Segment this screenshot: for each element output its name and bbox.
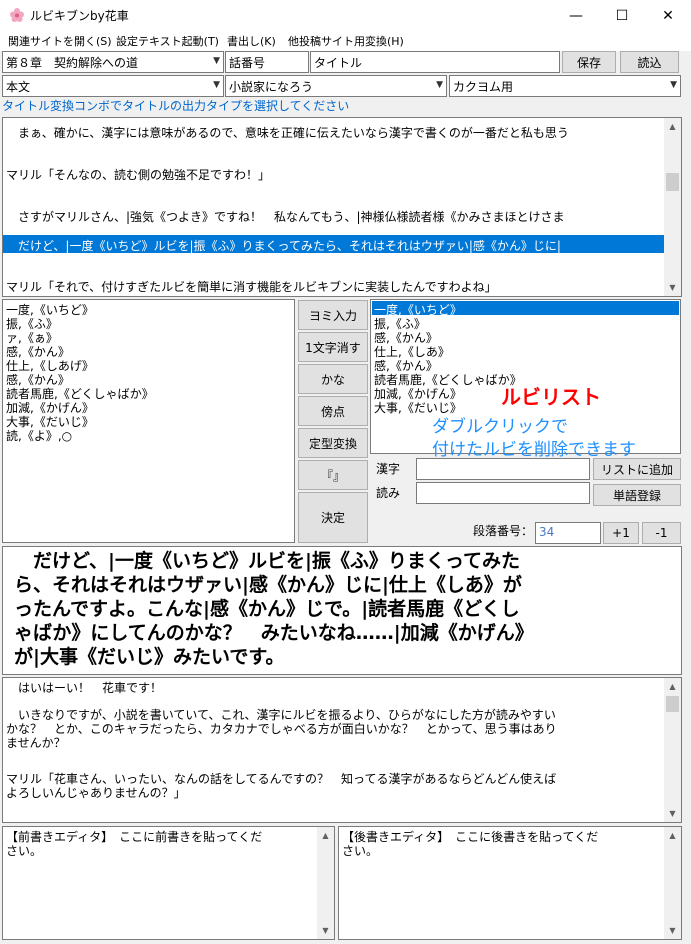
yomi-input[interactable] [416, 482, 590, 504]
add-to-list-button[interactable]: リストに追加 [593, 458, 681, 480]
teikei-convert-button[interactable]: 定型変換 [298, 428, 368, 458]
scrollbar-thumb[interactable] [666, 173, 679, 191]
menu-export[interactable]: 書出し(K) [227, 33, 276, 49]
maegaki-scrollbar[interactable]: ▲ ▼ [317, 827, 334, 939]
scroll-up-icon[interactable]: ▲ [664, 118, 681, 135]
kanji-input[interactable] [416, 458, 590, 480]
save-button[interactable]: 保存 [562, 51, 616, 73]
target-value: カクヨム用 [453, 80, 514, 94]
site-combo[interactable]: 小説家になろう ▼ [225, 75, 447, 97]
register-word-button[interactable]: 単語登録 [593, 484, 681, 506]
paragraph-minus-button[interactable]: -1 [642, 522, 681, 544]
paragraph-label: 段落番号： [473, 524, 534, 538]
load-button[interactable]: 読込 [620, 51, 679, 73]
scroll-down-icon[interactable]: ▼ [317, 922, 334, 939]
maegaki-line: さい。 [6, 844, 43, 858]
menu-settings-text[interactable]: 設定テキスト起動(T) [116, 33, 219, 49]
flower-app-icon [10, 8, 24, 22]
close-icon[interactable]: ✕ [645, 0, 691, 31]
editor-line: さすがマリルさん、|強気《つよき》ですね！ 私なんてもう、|神様仏様読者様《かみ… [6, 210, 565, 224]
episode-number-field[interactable]: 話番号 [225, 51, 309, 73]
atogaki-scrollbar[interactable]: ▲ ▼ [664, 827, 681, 939]
editor-line: まぁ、確かに、漢字には意味があるので、意味を正確に伝えたいなら漢字で書くのが一番… [6, 126, 569, 140]
annotation-line2: 付けたルビを削除できます [432, 440, 636, 460]
hint-text: タイトル変換コンボでタイトルの出力タイプを選択してください [2, 99, 350, 113]
ruby-candidate-list[interactable]: 一度,《いちど》 振,《ふ》 ァ,《ぁ》 感,《かん》 仕上,《しあげ》 感,《… [2, 299, 295, 543]
preview-line: ゃばか》にしてんのかな？ みたいなね……|加減《かげん》 [14, 622, 534, 644]
window-title: ルビキブンby花車 [30, 9, 129, 23]
site-value: 小説家になろう [229, 80, 314, 94]
chapter-value: 第８章 契約解除への道 [6, 56, 139, 70]
list-item[interactable]: 読,《よ》,○ [6, 427, 72, 444]
preview-box: だけど、|一度《いちど》ルビを|振《ふ》りまくってみた ら、それはそれはウザァい… [2, 546, 682, 675]
delete-one-char-button[interactable]: 1文字消す [298, 332, 368, 362]
scroll-down-icon[interactable]: ▼ [664, 279, 681, 296]
scrollbar-thumb[interactable] [666, 696, 679, 712]
editor-line: ませんか？ [6, 736, 66, 750]
editor-line: マリル「それで、付けすぎたルビを簡単に消す機能をルビキブンに実装したんですわよね… [6, 280, 497, 294]
text-type-combo[interactable]: 本文 ▼ [2, 75, 224, 97]
menu-other-site-convert[interactable]: 他投稿サイト用変換(H) [288, 33, 404, 49]
annotation-line1: ダブルクリックで [432, 417, 568, 437]
chevron-down-icon: ▼ [213, 80, 220, 90]
text-type-value: 本文 [6, 80, 31, 94]
scroll-up-icon[interactable]: ▲ [317, 827, 334, 844]
scroll-down-icon[interactable]: ▼ [664, 922, 681, 939]
kana-button[interactable]: かな [298, 364, 368, 394]
paragraph-plus-button[interactable]: +1 [603, 522, 639, 544]
atogaki-line: さい。 [342, 844, 379, 858]
main-editor[interactable]: まぁ、確かに、漢字には意味があるので、意味を正確に伝えたいなら漢字で書くのが一番… [2, 117, 682, 297]
chevron-down-icon: ▼ [213, 56, 220, 66]
list-item-selected[interactable]: 一度,《いちど》 [372, 301, 679, 317]
menu-related-sites[interactable]: 関連サイトを開く(S) [8, 33, 112, 49]
editor-line: はいはーい！ 花車です！ [6, 681, 163, 695]
scroll-up-icon[interactable]: ▲ [664, 827, 681, 844]
title-input[interactable]: タイトル [310, 51, 560, 73]
lower-editor[interactable]: はいはーい！ 花車です！ いきなりですが、小説を書いていて、これ、漢字にルビを振… [2, 677, 682, 823]
preview-line: だけど、|一度《いちど》ルビを|振《ふ》りまくってみた [14, 550, 520, 572]
preview-line: が|大事《だいじ》みたいです。 [14, 646, 285, 668]
lower-editor-scrollbar[interactable]: ▲ ▼ [664, 678, 681, 822]
chapter-combo[interactable]: 第８章 契約解除への道 ▼ [2, 51, 224, 73]
scroll-up-icon[interactable]: ▲ [664, 678, 681, 695]
episode-label: 話番号 [229, 56, 266, 70]
title-value: タイトル [314, 56, 363, 70]
chevron-down-icon: ▼ [670, 80, 677, 90]
yomi-input-button[interactable]: ヨミ入力 [298, 300, 368, 330]
paragraph-number-input[interactable]: 34 [535, 522, 601, 544]
boten-button[interactable]: 傍点 [298, 396, 368, 426]
preview-line: ったんですよ。こんな|感《かん》じで。|読者馬鹿《どくし [14, 598, 520, 620]
atogaki-editor[interactable]: 【後書きエディタ】 ここに後書きを貼ってくだ さい。 ▲ ▼ [338, 826, 682, 940]
editor-line: よろしいんじゃありませんの？」 [6, 786, 186, 800]
scroll-down-icon[interactable]: ▼ [664, 805, 681, 822]
editor-line-selected: だけど、|一度《いちど》ルビを|振《ふ》りまくってみたら、それはそれはウザァい|… [3, 235, 665, 253]
maximize-icon[interactable]: ☐ [599, 0, 645, 31]
preview-line: ら、それはそれはウザァい|感《かん》じに|仕上《しあ》が [14, 574, 522, 596]
atogaki-line: 【後書きエディタ】 ここに後書きを貼ってくだ [342, 830, 599, 844]
editor-scrollbar[interactable]: ▲ ▼ [664, 118, 681, 296]
kanji-label: 漢字 [376, 462, 401, 476]
minimize-icon[interactable]: — [553, 0, 599, 31]
target-combo[interactable]: カクヨム用 ▼ [449, 75, 681, 97]
chevron-down-icon: ▼ [436, 80, 443, 90]
yomi-label: 読み [376, 486, 401, 500]
kettei-button[interactable]: 決定 [298, 492, 368, 543]
maegaki-line: 【前書きエディタ】 ここに前書きを貼ってくだ [6, 830, 263, 844]
editor-line: かな？ とか、このキャラだったら、カタカナでしゃべる方が面白いかな？ とかって、… [6, 722, 557, 736]
editor-line: マリル「そんなの、読む側の勉強不足ですわ！」 [6, 168, 271, 182]
double-bracket-button[interactable]: 『』 [298, 460, 368, 490]
maegaki-editor[interactable]: 【前書きエディタ】 ここに前書きを貼ってくだ さい。 ▲ ▼ [2, 826, 335, 940]
ruby-list-annotation-title: ルビリスト [501, 385, 601, 409]
